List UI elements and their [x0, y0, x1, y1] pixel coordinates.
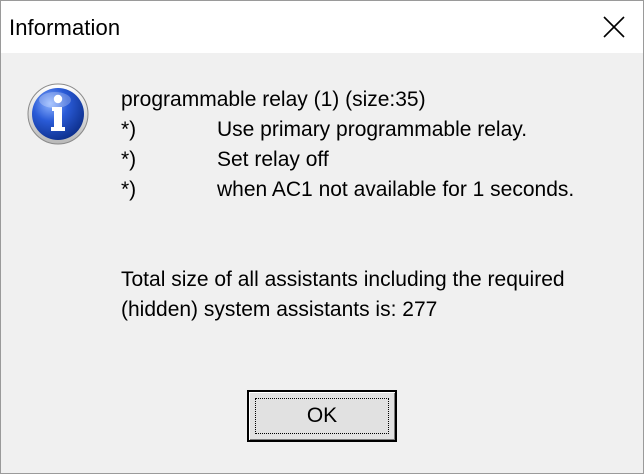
- ok-button-label: OK: [306, 404, 338, 427]
- list-item-text: when AC1 not available for 1 seconds.: [217, 178, 575, 201]
- list-item-text: Set relay off: [217, 148, 329, 171]
- summary-line-2: (hidden) system assistants is: 277: [121, 298, 438, 321]
- summary-line-1: Total size of all assistants including t…: [121, 268, 565, 291]
- info-icon: [27, 83, 89, 145]
- information-dialog: Information programmable relay (1) (size…: [0, 0, 644, 474]
- dialog-content: programmable relay (1) (size:35) *) Use p…: [1, 53, 643, 473]
- list-bullet: *): [121, 148, 137, 171]
- list-item: *) Set relay off: [121, 145, 574, 175]
- message-heading: programmable relay (1) (size:35): [121, 88, 426, 111]
- close-button[interactable]: [585, 1, 643, 53]
- list-item: *) Use primary programmable relay.: [121, 115, 574, 145]
- list-item: *) when AC1 not available for 1 seconds.: [121, 175, 574, 205]
- ok-button[interactable]: OK: [247, 390, 397, 442]
- list-bullet: *): [121, 178, 137, 201]
- message-text: programmable relay (1) (size:35) *) Use p…: [121, 85, 574, 325]
- list-bullet: *): [121, 118, 137, 141]
- close-icon: [603, 16, 625, 38]
- list-item-text: Use primary programmable relay.: [217, 118, 528, 141]
- window-title: Information: [9, 15, 121, 40]
- title-bar: Information: [1, 1, 643, 53]
